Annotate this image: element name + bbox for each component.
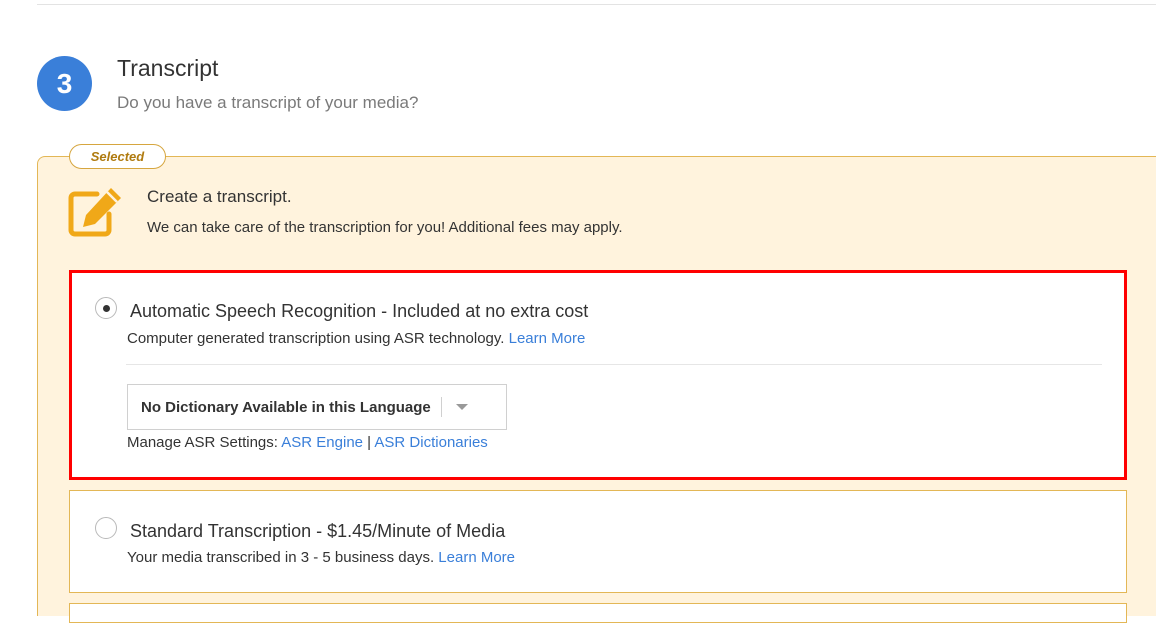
standard-option-title: Standard Transcription - $1.45/Minute of… [130, 521, 506, 541]
asr-learn-more-link[interactable]: Learn More [509, 330, 586, 347]
create-transcript-title: Create a transcript. [147, 187, 292, 206]
manage-asr-label: Manage ASR Settings: [127, 434, 278, 451]
asr-description-text: Computer generated transcription using A… [127, 330, 505, 347]
section-divider [37, 4, 1156, 5]
next-option-card[interactable] [69, 603, 1127, 623]
create-transcript-description: We can take care of the transcription fo… [147, 219, 623, 236]
standard-description-text: Your media transcribed in 3 - 5 business… [127, 549, 435, 566]
standard-learn-more-link[interactable]: Learn More [438, 549, 515, 566]
asr-option-card[interactable]: Automatic Speech Recognition - Included … [69, 270, 1127, 480]
step-number-badge: 3 [37, 56, 92, 111]
asr-engine-link[interactable]: ASR Engine [281, 434, 363, 451]
chevron-down-icon [455, 404, 468, 410]
edit-icon [68, 188, 121, 237]
selected-badge: Selected [69, 144, 166, 169]
dictionary-select[interactable]: No Dictionary Available in this Language [127, 384, 507, 430]
dictionary-select-value: No Dictionary Available in this Language [141, 398, 431, 416]
asr-radio[interactable] [95, 297, 117, 319]
step-subtitle: Do you have a transcript of your media? [117, 93, 419, 112]
link-separator: | [367, 434, 372, 451]
asr-option-description: Computer generated transcription using A… [127, 330, 585, 347]
option-divider [126, 364, 1102, 365]
select-separator [440, 397, 442, 417]
asr-option-title: Automatic Speech Recognition - Included … [130, 301, 589, 321]
step-title: Transcript [117, 55, 219, 81]
standard-radio[interactable] [95, 517, 117, 539]
asr-dictionaries-link[interactable]: ASR Dictionaries [374, 434, 487, 451]
standard-transcription-card[interactable]: Standard Transcription - $1.45/Minute of… [69, 490, 1127, 593]
standard-option-description: Your media transcribed in 3 - 5 business… [127, 549, 515, 566]
manage-asr-settings: Manage ASR Settings: ASR Engine | ASR Di… [127, 434, 488, 451]
